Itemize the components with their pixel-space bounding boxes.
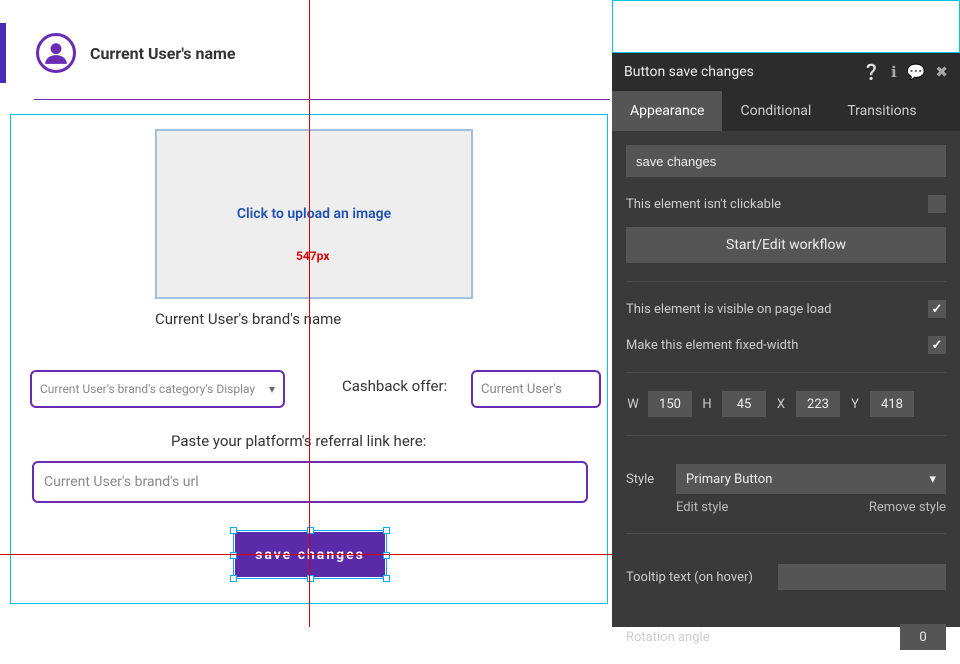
category-dropdown[interactable]: Current User's brand's category's Displa…: [30, 370, 285, 408]
fixed-width-checkbox[interactable]: [928, 336, 946, 354]
edit-style-link[interactable]: Edit style: [676, 500, 728, 515]
height-input[interactable]: 45: [722, 391, 766, 417]
tab-conditional[interactable]: Conditional: [722, 91, 829, 131]
panel-tabs: Appearance Conditional Transitions: [612, 91, 960, 131]
help-icon[interactable]: ❔: [862, 63, 881, 81]
dimension-label: 547px: [296, 249, 329, 263]
chevron-down-icon: ▾: [929, 472, 936, 487]
category-placeholder: Current User's brand's category's Displa…: [40, 382, 255, 396]
panel-body: This element isn't clickable Start/Edit …: [612, 131, 960, 664]
visible-checkbox[interactable]: [928, 300, 946, 318]
top-outline: [612, 0, 960, 53]
panel-title: Button save changes: [624, 64, 862, 80]
inspector-panel: Button save changes ❔ ℹ 💬 ✖ Appearance C…: [612, 53, 960, 627]
image-upload-box[interactable]: Click to upload an image: [155, 129, 473, 299]
tooltip-label: Tooltip text (on hover): [626, 570, 766, 585]
chevron-down-icon: ▾: [269, 382, 275, 396]
cashback-input[interactable]: Current User's: [471, 370, 601, 408]
username-label: Current User's name: [90, 44, 236, 63]
fixed-width-label: Make this element fixed-width: [626, 338, 928, 353]
panel-title-bar[interactable]: Button save changes ❔ ℹ 💬 ✖: [612, 53, 960, 91]
start-edit-workflow-button[interactable]: Start/Edit workflow: [626, 227, 946, 263]
paste-link-label: Paste your platform's referral link here…: [171, 432, 426, 450]
style-dropdown[interactable]: Primary Button ▾: [676, 464, 946, 494]
rotation-input[interactable]: 0: [900, 624, 946, 650]
horizontal-guide: [0, 554, 612, 555]
not-clickable-label: This element isn't clickable: [626, 197, 928, 212]
style-label: Style: [626, 472, 664, 487]
rotation-label: Rotation angle: [626, 630, 888, 645]
vertical-guide: [309, 0, 310, 627]
url-placeholder: Current User's brand's url: [44, 474, 199, 490]
tab-transitions[interactable]: Transitions: [829, 91, 934, 131]
comment-icon[interactable]: 💬: [907, 63, 926, 81]
upload-label: Click to upload an image: [237, 206, 391, 222]
avatar-icon: [36, 33, 76, 73]
tab-appearance[interactable]: Appearance: [612, 91, 722, 131]
y-input[interactable]: 418: [870, 391, 914, 417]
not-clickable-checkbox[interactable]: [928, 195, 946, 213]
element-name-input[interactable]: [626, 145, 946, 177]
header-underline: [34, 99, 610, 100]
x-input[interactable]: 223: [796, 391, 840, 417]
cashback-label: Cashback offer:: [342, 377, 447, 395]
width-input[interactable]: 150: [648, 391, 692, 417]
editor-canvas: Current User's name Click to upload an i…: [0, 0, 612, 627]
close-icon[interactable]: ✖: [935, 63, 948, 81]
dimensions-row: W 150 H 45 X 223 Y 418: [626, 391, 946, 417]
visible-label: This element is visible on page load: [626, 302, 928, 317]
url-input[interactable]: Current User's brand's url: [32, 461, 588, 503]
remove-style-link[interactable]: Remove style: [869, 500, 946, 515]
cashback-placeholder: Current User's: [481, 382, 562, 397]
tooltip-input[interactable]: [778, 564, 946, 590]
profile-header: Current User's name: [0, 23, 612, 83]
brand-name-label: Current User's brand's name: [155, 310, 341, 328]
info-icon[interactable]: ℹ: [891, 63, 897, 81]
